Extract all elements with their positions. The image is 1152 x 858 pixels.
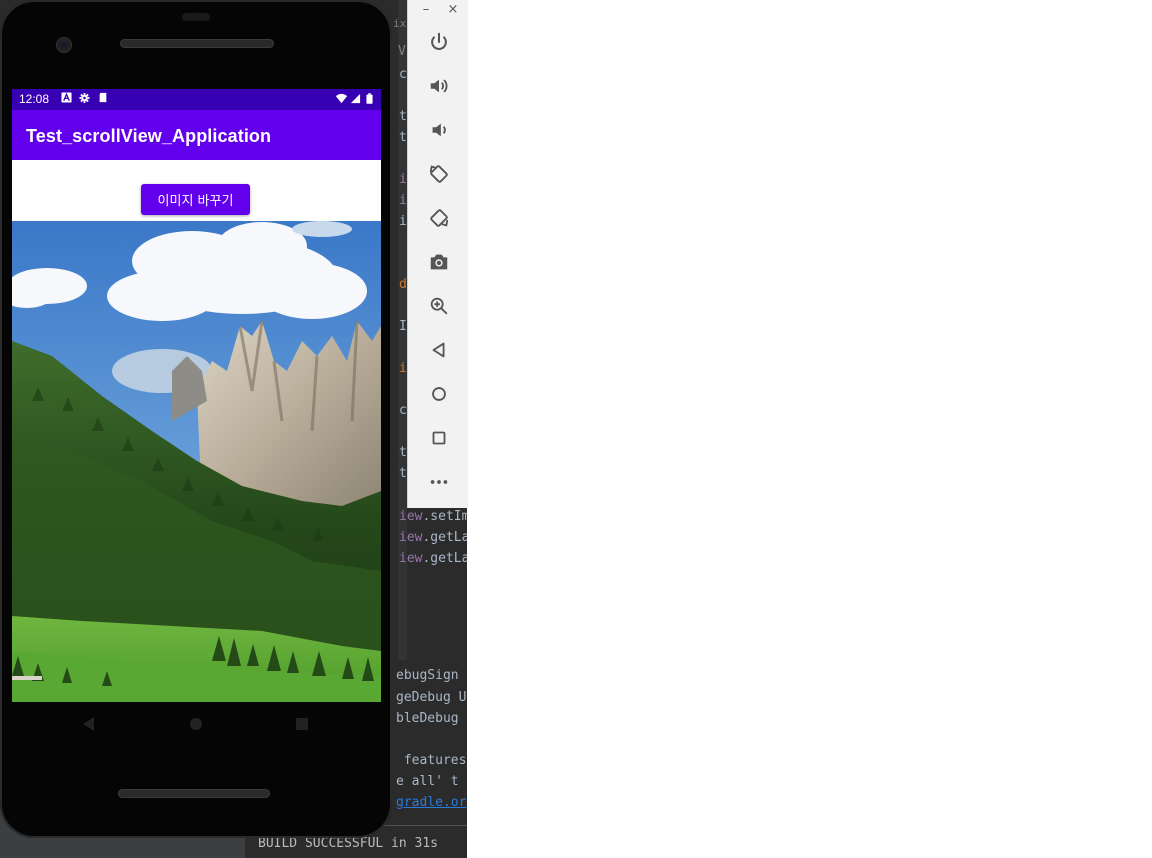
build-status: BUILD SUCCESSFUL in 31s [258, 836, 439, 851]
home-icon[interactable] [426, 381, 452, 407]
rotate-left-icon[interactable] [426, 161, 452, 187]
code-line: iew.getLa [399, 551, 467, 566]
recents-icon[interactable] [293, 715, 311, 733]
code-line: iew.setIm [399, 509, 467, 524]
app-title: Test_scrollView_Application [26, 126, 272, 146]
phone-sensor [182, 13, 210, 21]
build-line: e all' t [396, 774, 459, 789]
signal-icon [350, 93, 361, 104]
phone-speaker-bottom [118, 789, 270, 798]
ide-code-fragment: I [399, 319, 407, 334]
front-camera [57, 38, 71, 52]
status-bar: 12:08 [12, 89, 381, 110]
ide-code-fragment: i [399, 193, 407, 208]
wifi-icon [336, 93, 347, 104]
ide-code-fragment: V [398, 44, 406, 59]
phone-speaker [120, 39, 274, 48]
ide-tab-fragment: ix [393, 17, 407, 30]
ide-code-fragment: t [399, 109, 407, 124]
code-line: iew.getLa [399, 530, 467, 545]
ide-code-fragment: t [399, 130, 407, 145]
change-image-button[interactable]: 이미지 바꾸기 [141, 184, 250, 215]
volume-up-icon[interactable] [426, 73, 452, 99]
device-screen: 12:08 Test_scrollView_Application 이미지 바꾸… [12, 89, 381, 702]
ide-code-fragment: d [399, 277, 407, 292]
ide-code-fragment: i [399, 214, 407, 229]
zoom-icon[interactable] [426, 293, 452, 319]
status-time: 12:08 [19, 92, 50, 106]
button-area: 이미지 바꾸기 [12, 160, 381, 221]
ide-code-fragment: c [399, 403, 407, 418]
back-icon[interactable] [426, 337, 452, 363]
sd-card-icon [97, 92, 108, 103]
landscape-image [12, 221, 381, 702]
a-icon [61, 92, 72, 103]
emulator-toolbar: – × [407, 0, 468, 508]
ide-code-fragment: c [399, 67, 407, 82]
build-line: bleDebug [396, 711, 459, 726]
minimize-button[interactable]: – [418, 2, 434, 17]
rotate-right-icon[interactable] [426, 205, 452, 231]
ide-code-fragment: t [399, 466, 407, 481]
ide-code-fragment: t [399, 445, 407, 460]
ide-code-fragment: i [399, 361, 407, 376]
navigation-bar [0, 702, 392, 746]
battery-icon [364, 93, 375, 104]
build-line: ebugSign [396, 668, 459, 683]
camera-icon[interactable] [426, 249, 452, 275]
build-link[interactable]: gradle.or [396, 795, 466, 810]
overview-icon[interactable] [426, 425, 452, 451]
volume-down-icon[interactable] [426, 117, 452, 143]
power-icon[interactable] [426, 29, 452, 55]
home-icon[interactable] [187, 715, 205, 733]
close-button[interactable]: × [445, 2, 461, 17]
back-icon[interactable] [80, 715, 98, 733]
phone-frame: 12:08 Test_scrollView_Application 이미지 바꾸… [0, 0, 392, 838]
build-line: geDebug U [396, 690, 467, 705]
build-line: features [396, 753, 467, 768]
ide-code-fragment: i [399, 172, 407, 187]
more-icon[interactable] [426, 469, 452, 495]
app-bar: Test_scrollView_Application [12, 110, 381, 160]
gear-icon [79, 92, 90, 103]
